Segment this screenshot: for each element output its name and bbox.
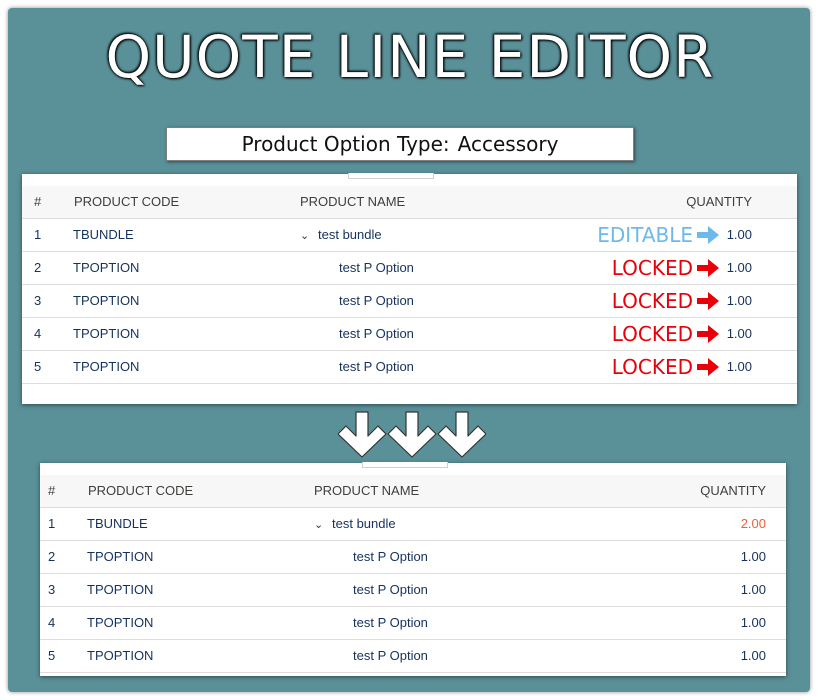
status-label: LOCKED — [611, 289, 693, 313]
option-type-label: Product Option Type: — [241, 132, 450, 156]
product-code[interactable]: TPOPTION — [73, 318, 139, 350]
option-type-banner: Product Option Type: Accessory — [166, 127, 634, 161]
status-label: EDITABLE — [597, 223, 693, 247]
row-number: 2 — [34, 260, 42, 275]
row-number: 5 — [48, 648, 56, 663]
table-header: # PRODUCT CODE PRODUCT NAME QUANTITY — [40, 475, 786, 508]
product-code[interactable]: TPOPTION — [73, 252, 139, 284]
product-name-cell[interactable]: ⌄ test bundle — [314, 508, 396, 540]
page-title: QUOTE LINE EDITOR — [105, 23, 715, 91]
quantity-cell[interactable]: 1.00 — [727, 219, 752, 251]
table-row[interactable]: 2 TPOPTION test P Option 1.00 — [40, 541, 786, 574]
col-header-name[interactable]: PRODUCT NAME — [300, 186, 405, 218]
quote-lines-table-after: # PRODUCT CODE PRODUCT NAME QUANTITY 1 TB… — [40, 462, 786, 676]
chevron-down-icon[interactable]: ⌄ — [314, 509, 328, 541]
col-header-num: # — [48, 483, 56, 498]
quantity-cell[interactable]: 1.00 — [727, 252, 752, 284]
quantity-cell[interactable]: 1.00 — [741, 607, 766, 639]
table-row[interactable]: 1 TBUNDLE ⌄ test bundle 1.00 EDITABLE — [22, 219, 797, 252]
quote-lines-table-before: # PRODUCT CODE PRODUCT NAME QUANTITY 1 TB… — [22, 173, 797, 404]
table-row[interactable]: 3 TPOPTION test P Option 1.00 — [40, 574, 786, 607]
product-name-cell[interactable]: test P Option — [339, 351, 414, 383]
resize-handle[interactable] — [362, 462, 448, 468]
product-name: test P Option — [339, 260, 414, 275]
table-row[interactable]: 2 TPOPTION test P Option 1.00 LOCKED — [22, 252, 797, 285]
product-name-cell[interactable]: test P Option — [339, 318, 414, 350]
quantity-cell[interactable]: 2.00 — [741, 508, 766, 540]
arrow-right-icon — [697, 258, 719, 277]
product-code[interactable]: TPOPTION — [87, 541, 153, 573]
product-name-cell[interactable]: test P Option — [339, 285, 414, 317]
product-name: test P Option — [339, 326, 414, 341]
table-row[interactable]: 3 TPOPTION test P Option 1.00 LOCKED — [22, 285, 797, 318]
transition-arrows — [338, 411, 486, 458]
col-header-code[interactable]: PRODUCT CODE — [88, 475, 193, 507]
col-header-num: # — [34, 194, 42, 209]
resize-handle[interactable] — [348, 173, 434, 179]
locked-annotation: LOCKED — [612, 318, 719, 350]
col-header-qty[interactable]: QUANTITY — [700, 475, 766, 507]
arrow-down-icon — [387, 411, 437, 458]
product-name: test P Option — [339, 359, 414, 374]
product-name-cell[interactable]: test P Option — [353, 541, 428, 573]
row-number: 3 — [48, 582, 56, 597]
product-name-cell[interactable]: test P Option — [353, 574, 428, 606]
table-header: # PRODUCT CODE PRODUCT NAME QUANTITY — [22, 186, 797, 219]
status-label: LOCKED — [611, 355, 693, 379]
row-number: 5 — [34, 359, 42, 374]
row-number: 3 — [34, 293, 42, 308]
product-name-cell[interactable]: test P Option — [353, 607, 428, 639]
product-code[interactable]: TBUNDLE — [87, 508, 148, 540]
option-type-value: Accessory — [457, 132, 559, 156]
editable-annotation: EDITABLE — [597, 219, 719, 251]
arrow-right-icon — [697, 291, 719, 310]
row-number: 4 — [34, 326, 42, 341]
product-name: test P Option — [339, 293, 414, 308]
product-name: test bundle — [332, 516, 396, 531]
product-code[interactable]: TBUNDLE — [73, 219, 134, 251]
table-row[interactable]: 5 TPOPTION test P Option 1.00 LOCKED — [22, 351, 797, 384]
quantity-cell[interactable]: 1.00 — [727, 318, 752, 350]
quantity-cell[interactable]: 1.00 — [741, 574, 766, 606]
quantity-cell[interactable]: 1.00 — [741, 541, 766, 573]
arrow-down-icon — [338, 411, 387, 458]
product-code[interactable]: TPOPTION — [87, 640, 153, 672]
product-code[interactable]: TPOPTION — [73, 285, 139, 317]
col-header-name[interactable]: PRODUCT NAME — [314, 475, 419, 507]
quantity-cell[interactable]: 1.00 — [727, 351, 752, 383]
product-name: test P Option — [353, 615, 428, 630]
col-header-code[interactable]: PRODUCT CODE — [74, 186, 179, 218]
product-code[interactable]: TPOPTION — [87, 574, 153, 606]
arrow-right-icon — [697, 357, 719, 376]
status-label: LOCKED — [611, 256, 693, 280]
product-name: test bundle — [318, 227, 382, 242]
table-row[interactable]: 4 TPOPTION test P Option 1.00 — [40, 607, 786, 640]
product-name: test P Option — [353, 582, 428, 597]
quantity-cell[interactable]: 1.00 — [741, 640, 766, 672]
product-name-cell[interactable]: ⌄ test bundle — [300, 219, 382, 251]
row-number: 2 — [48, 549, 56, 564]
col-header-qty[interactable]: QUANTITY — [686, 186, 752, 218]
arrow-right-icon — [697, 225, 719, 244]
row-number: 4 — [48, 615, 56, 630]
status-label: LOCKED — [611, 322, 693, 346]
table-row[interactable]: 1 TBUNDLE ⌄ test bundle 2.00 — [40, 508, 786, 541]
product-name-cell[interactable]: test P Option — [353, 640, 428, 672]
locked-annotation: LOCKED — [612, 351, 719, 383]
product-code[interactable]: TPOPTION — [73, 351, 139, 383]
arrow-down-icon — [437, 411, 486, 458]
locked-annotation: LOCKED — [612, 252, 719, 284]
product-name: test P Option — [353, 549, 428, 564]
arrow-right-icon — [697, 324, 719, 343]
row-number: 1 — [48, 516, 56, 531]
product-name-cell[interactable]: test P Option — [339, 252, 414, 284]
product-code[interactable]: TPOPTION — [87, 607, 153, 639]
table-row[interactable]: 4 TPOPTION test P Option 1.00 LOCKED — [22, 318, 797, 351]
product-name: test P Option — [353, 648, 428, 663]
locked-annotation: LOCKED — [612, 285, 719, 317]
quantity-cell[interactable]: 1.00 — [727, 285, 752, 317]
table-row[interactable]: 5 TPOPTION test P Option 1.00 — [40, 640, 786, 673]
chevron-down-icon[interactable]: ⌄ — [300, 220, 314, 252]
row-number: 1 — [34, 227, 42, 242]
